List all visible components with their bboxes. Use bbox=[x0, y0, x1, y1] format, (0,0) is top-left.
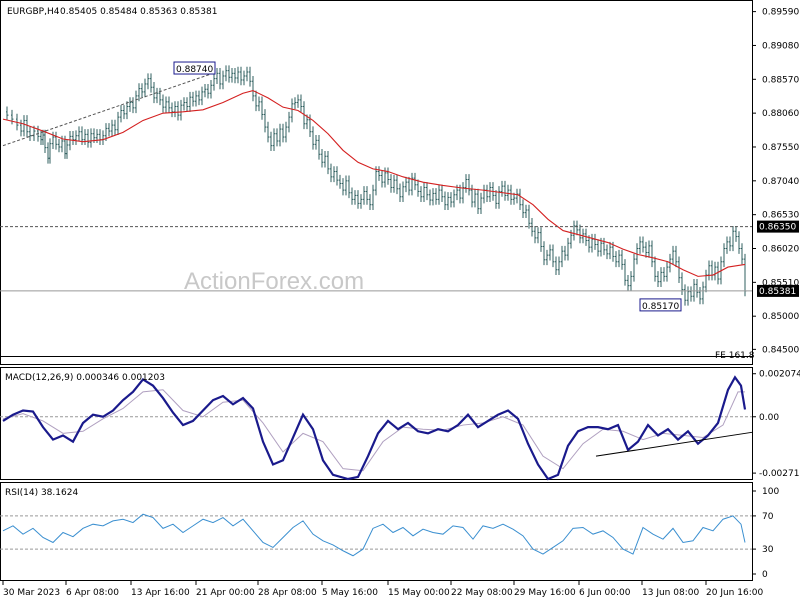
chart-svg: ActionForex.com 0.863500.853810.887400.8… bbox=[0, 0, 800, 598]
time-tick-label: 13 Jun 08:00 bbox=[642, 588, 699, 598]
rsi-tick-label: 0 bbox=[762, 570, 768, 580]
time-tick-label: 22 May 08:00 bbox=[451, 588, 513, 598]
price-label: 0.85170 bbox=[642, 302, 679, 312]
time-tick-label: 6 Apr 08:00 bbox=[66, 588, 119, 598]
price-tick-label: 0.89590 bbox=[762, 8, 799, 18]
time-tick-label: 30 Mar 2023 bbox=[3, 588, 60, 598]
time-tick-label: 21 Apr 00:00 bbox=[196, 588, 255, 598]
price-tick-label: 0.85000 bbox=[762, 312, 799, 322]
time-tick-label: 13 Apr 16:00 bbox=[131, 588, 190, 598]
time-tick-label: 6 Jun 00:00 bbox=[579, 588, 631, 598]
price-panel-bottom-bar bbox=[0, 356, 753, 365]
rsi-axis: 100 70 30 0 bbox=[752, 487, 779, 580]
macd-tick-label: 0.002074 bbox=[759, 370, 800, 380]
rsi-tick-label: 100 bbox=[762, 487, 779, 497]
rsi-title: RSI(14) 38.1624 bbox=[5, 488, 78, 498]
chart-header-symbol: EURGBP,H4 bbox=[7, 7, 60, 17]
macd-axis: 0.002074 0.00 -0.002716 bbox=[752, 370, 800, 479]
price-tick-label: 0.87040 bbox=[762, 177, 799, 187]
chart-header-ohlc: 0.85405 0.85484 0.85363 0.85381 bbox=[60, 7, 217, 17]
rsi-tick-label: 30 bbox=[762, 545, 774, 555]
time-tick-label: 29 May 16:00 bbox=[514, 588, 576, 598]
price-tick-label: 0.87550 bbox=[762, 143, 799, 153]
rsi-tick-label: 70 bbox=[762, 512, 774, 522]
time-tick-label: 5 May 16:00 bbox=[322, 588, 378, 598]
macd-tick-label: 0.00 bbox=[759, 413, 779, 423]
macd-tick-label: -0.002716 bbox=[759, 469, 800, 479]
price-axis: 0.89590 0.89080 0.88570 0.88060 0.87550 0.870… bbox=[752, 8, 799, 355]
price-tick-label: 0.85510 bbox=[762, 278, 799, 288]
rsi-panel bbox=[0, 482, 753, 581]
time-tick-label: 15 May 00:00 bbox=[388, 588, 450, 598]
price-tick-label: 0.84500 bbox=[762, 345, 799, 355]
macd-title: MACD(12,26,9) 0.000346 0.001203 bbox=[5, 373, 165, 383]
price-tick-label: 0.88060 bbox=[762, 109, 799, 119]
level-label: 0.85381 bbox=[759, 287, 796, 297]
fe-annotation: FE 161.8 bbox=[715, 351, 755, 361]
price-label: 0.88740 bbox=[176, 65, 213, 75]
time-axis: 30 Mar 2023 6 Apr 08:00 13 Apr 16:00 21 Apr… bbox=[2, 580, 763, 598]
price-tick-label: 0.88570 bbox=[762, 75, 799, 85]
macd-panel bbox=[0, 367, 753, 480]
time-tick-label: 28 Apr 08:00 bbox=[258, 588, 317, 598]
level-label: 0.86350 bbox=[759, 223, 796, 233]
price-tick-label: 0.86530 bbox=[762, 211, 799, 221]
price-tick-label: 0.86020 bbox=[762, 245, 799, 255]
time-tick-label: 20 Jun 16:00 bbox=[706, 588, 763, 598]
price-tick-label: 0.89080 bbox=[762, 41, 799, 51]
